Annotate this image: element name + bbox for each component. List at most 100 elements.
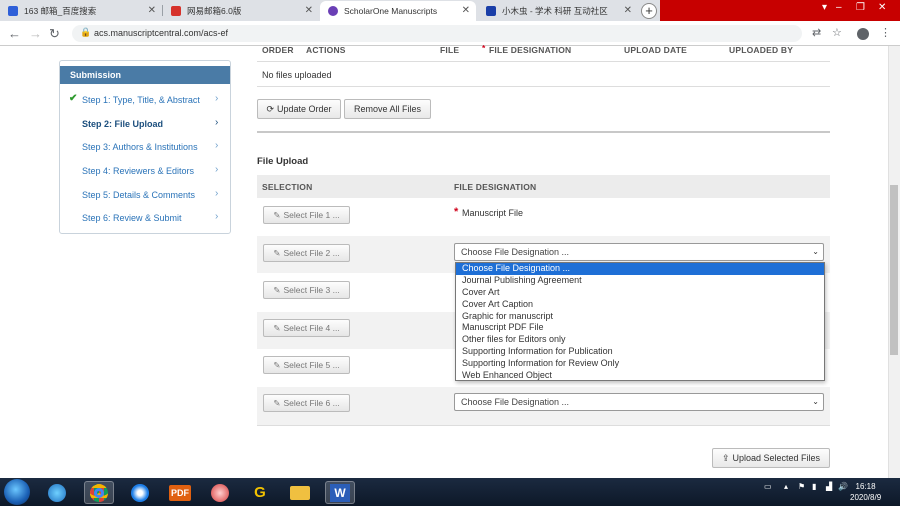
section-divider — [257, 131, 830, 133]
paperclip-icon: ✎ — [273, 322, 281, 333]
upload-table-header — [257, 175, 830, 198]
file-upload-heading: File Upload — [257, 156, 309, 167]
chevron-down-icon: ⌄ — [812, 397, 819, 406]
chevron-right-icon: › — [215, 164, 219, 175]
lock-icon[interactable]: 🔒 — [80, 27, 91, 38]
scrollbar-thumb[interactable] — [890, 185, 898, 355]
dropdown-option[interactable]: Supporting Information for Review Only — [456, 358, 824, 370]
dropdown-option[interactable]: Journal Publishing Agreement — [456, 275, 824, 287]
back-icon[interactable]: ← — [8, 26, 21, 41]
sidebar-step-5[interactable]: Step 5: Details & Comments — [82, 190, 195, 200]
explorer-icon[interactable] — [285, 481, 315, 504]
paperclip-icon: ✎ — [273, 209, 281, 220]
sidebar-step-2[interactable]: Step 2: File Upload — [82, 119, 163, 129]
keyboard-icon[interactable]: ▭ — [764, 482, 772, 491]
paperclip-icon: ✎ — [273, 359, 281, 370]
dropdown-option[interactable]: Cover Art Caption — [456, 299, 824, 311]
dropdown-option[interactable]: Choose File Designation ... — [456, 263, 824, 275]
remove-all-files-button[interactable]: Remove All Files — [344, 99, 431, 119]
empty-files-message: No files uploaded — [262, 70, 332, 80]
xiaomuchong-icon — [486, 6, 496, 16]
translate-icon[interactable]: ⇄ — [812, 26, 821, 39]
tab-title: 小木虫 - 学术 科研 互动社区 — [502, 6, 608, 16]
close-icon[interactable]: ✕ — [148, 5, 156, 16]
restore-icon[interactable]: ❐ — [856, 2, 865, 13]
dropdown-option[interactable]: Other files for Editors only — [456, 334, 824, 346]
netease-mail-icon — [171, 6, 181, 16]
tab-title: 网易邮箱6.0版 — [187, 6, 242, 16]
select-file-6-button[interactable]: ✎ Select File 6 ... — [263, 394, 350, 412]
select-file-4-button[interactable]: ✎ Select File 4 ... — [263, 319, 350, 337]
window-close-icon[interactable]: ✕ — [878, 2, 886, 13]
sidebar-title: Submission — [60, 66, 230, 84]
column-header-selection: SELECTION — [262, 182, 313, 192]
dropdown-option[interactable]: Manuscript PDF File — [456, 322, 824, 334]
ie-icon[interactable] — [42, 481, 72, 504]
button-label: Remove All Files — [353, 104, 422, 114]
forward-icon[interactable]: → — [29, 26, 42, 41]
file-designation-select-2[interactable]: Choose File Designation ... ⌄ — [454, 243, 824, 261]
manuscript-file-label: Manuscript File — [462, 208, 524, 218]
close-icon[interactable]: ✕ — [305, 5, 313, 16]
button-label: Update Order — [277, 104, 332, 114]
divider — [257, 61, 830, 62]
url-field[interactable]: acs.manuscriptcentral.com/acs-ef — [72, 25, 802, 42]
bookmark-star-icon[interactable]: ☆ — [832, 26, 842, 39]
dropdown-option[interactable]: Graphic for manuscript — [456, 311, 824, 323]
divider — [257, 425, 830, 426]
button-label: Select File 2 ... — [283, 248, 340, 258]
sidebar-step-6[interactable]: Step 6: Review & Submit — [82, 213, 182, 223]
tab-xiaomuchong[interactable]: 小木虫 - 学术 科研 互动社区 ✕ — [478, 1, 638, 21]
chevron-right-icon: › — [215, 140, 219, 151]
upload-icon: ⇪ — [721, 452, 730, 463]
taskbar-clock[interactable]: 16:18 2020/8/9 — [850, 481, 881, 503]
button-label: Select File 1 ... — [283, 210, 340, 220]
notification-icon[interactable]: ▴ — [784, 482, 788, 491]
word-icon[interactable]: W — [325, 481, 355, 504]
select-file-3-button[interactable]: ✎ Select File 3 ... — [263, 281, 350, 299]
tab-netease[interactable]: 网易邮箱6.0版 ✕ — [163, 1, 319, 21]
menu-dots-icon[interactable]: ⋮ — [880, 26, 891, 39]
button-label: Select File 5 ... — [283, 360, 340, 370]
profile-avatar-icon[interactable] — [857, 28, 869, 40]
paint-icon[interactable] — [205, 481, 235, 504]
tab-scholarone[interactable]: ScholarOne Manuscripts ✕ — [320, 1, 476, 21]
column-header-actions: ACTIONS — [306, 45, 346, 55]
volume-icon[interactable]: 🔊 — [838, 482, 848, 491]
select-file-1-button[interactable]: ✎ Select File 1 ... — [263, 206, 350, 224]
column-header-uploaded-by: UPLOADED BY — [729, 45, 794, 55]
refresh-icon: ⟳ — [266, 103, 274, 114]
dropdown-option[interactable]: Cover Art — [456, 287, 824, 299]
flag-icon[interactable]: ⚑ — [798, 482, 805, 491]
start-orb-icon[interactable] — [4, 479, 30, 505]
select-file-5-button[interactable]: ✎ Select File 5 ... — [263, 356, 350, 374]
button-label: Select File 6 ... — [283, 398, 340, 408]
file-designation-select-6[interactable]: Choose File Designation ... ⌄ — [454, 393, 824, 411]
reload-icon[interactable]: ↻ — [49, 26, 60, 42]
new-tab-button[interactable]: + — [641, 3, 657, 19]
dropdown-option[interactable]: Supporting Information for Publication — [456, 346, 824, 358]
close-icon[interactable]: ✕ — [624, 5, 632, 16]
browser-icon[interactable] — [125, 481, 155, 504]
select-file-2-button[interactable]: ✎ Select File 2 ... — [263, 244, 350, 262]
sidebar-step-1[interactable]: Step 1: Type, Title, & Abstract — [82, 95, 200, 105]
dropdown-option[interactable]: Web Enhanced Object — [456, 370, 824, 382]
g-icon[interactable]: G — [245, 481, 275, 504]
column-header-file: FILE — [440, 45, 460, 55]
battery-icon[interactable]: ▮ — [812, 482, 816, 491]
baidu-paw-icon — [8, 6, 18, 16]
tab-baidu[interactable]: 163 邮箱_百度搜索 ✕ — [0, 1, 162, 21]
update-order-button[interactable]: ⟳ Update Order — [257, 99, 341, 119]
close-icon[interactable]: ✕ — [462, 5, 470, 16]
sidebar-step-3[interactable]: Step 3: Authors & Institutions — [82, 142, 198, 152]
button-label: Select File 3 ... — [283, 285, 340, 295]
minimize-icon[interactable]: – — [836, 2, 842, 13]
paperclip-icon: ✎ — [273, 284, 281, 295]
chrome-icon[interactable] — [84, 481, 114, 504]
upload-selected-files-button[interactable]: ⇪ Upload Selected Files — [712, 448, 830, 468]
dropdown-arrow-icon[interactable]: ▾ — [822, 2, 827, 13]
column-header-upload-date: UPLOAD DATE — [624, 45, 687, 55]
network-icon[interactable]: ▟ — [826, 482, 832, 491]
pdf-icon[interactable]: PDF — [165, 481, 195, 504]
sidebar-step-4[interactable]: Step 4: Reviewers & Editors — [82, 166, 194, 176]
